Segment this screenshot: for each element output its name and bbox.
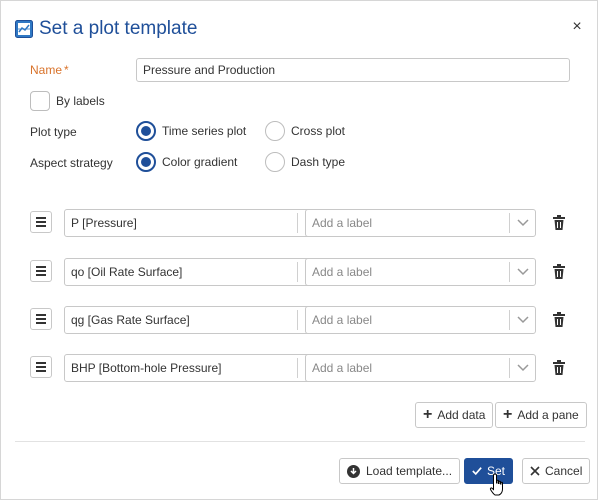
radio-selected-indicator	[136, 121, 156, 141]
trash-icon[interactable]	[552, 312, 566, 328]
data-select-value: qg [Gas Rate Surface]	[71, 313, 190, 327]
chevron-down-icon[interactable]	[510, 258, 535, 286]
data-select-value: qo [Oil Rate Surface]	[71, 265, 183, 279]
data-row: BHP [Bottom-hole Pressure] Add a label	[30, 354, 575, 382]
data-row: qg [Gas Rate Surface] Add a label	[30, 306, 575, 334]
data-row: P [Pressure] Add a label	[30, 209, 575, 237]
aspect-strategy-label: Aspect strategy	[30, 156, 113, 170]
plus-icon: +	[503, 406, 513, 423]
label-select[interactable]: Add a label	[305, 209, 536, 237]
download-circle-icon	[347, 464, 360, 478]
radio-color-gradient[interactable]: Color gradient	[136, 152, 237, 172]
by-labels-label: By labels	[56, 94, 105, 108]
drag-handle-icon[interactable]	[30, 356, 52, 378]
chevron-down-icon[interactable]	[510, 209, 535, 237]
data-select[interactable]: P [Pressure]	[64, 209, 324, 237]
radio-unselected-indicator	[265, 152, 285, 172]
trash-icon[interactable]	[552, 215, 566, 231]
x-icon	[530, 466, 540, 476]
by-labels-option[interactable]: By labels	[30, 91, 105, 111]
radio-unselected-indicator	[265, 121, 285, 141]
cancel-label: Cancel	[545, 464, 583, 478]
data-select-value: P [Pressure]	[71, 216, 137, 230]
add-data-label: Add data	[437, 408, 486, 422]
check-icon	[472, 467, 482, 476]
app-template-icon	[15, 20, 33, 38]
trash-icon[interactable]	[552, 264, 566, 280]
add-data-button[interactable]: + Add data	[415, 402, 494, 428]
by-labels-checkbox[interactable]	[30, 91, 50, 111]
close-icon[interactable]: ×	[569, 19, 585, 35]
name-field-label: Name *	[30, 63, 69, 77]
add-pane-button[interactable]: + Add a pane	[495, 402, 587, 428]
radio-time-series-plot[interactable]: Time series plot	[136, 121, 246, 141]
data-select[interactable]: qg [Gas Rate Surface]	[64, 306, 324, 334]
radio-label: Color gradient	[162, 155, 238, 169]
drag-handle-icon[interactable]	[30, 308, 52, 330]
label-select-placeholder: Add a label	[312, 216, 373, 230]
hand-cursor-icon	[489, 473, 503, 496]
drag-handle-icon[interactable]	[30, 260, 52, 282]
label-select-placeholder: Add a label	[312, 265, 373, 279]
radio-label: Dash type	[291, 155, 346, 169]
radio-label: Cross plot	[291, 124, 346, 138]
label-select-placeholder: Add a label	[312, 361, 373, 375]
data-row: qo [Oil Rate Surface] Add a label	[30, 258, 575, 286]
dialog-header: Set a plot template	[15, 17, 197, 41]
load-template-label: Load template...	[366, 464, 453, 478]
data-select[interactable]: BHP [Bottom-hole Pressure]	[64, 354, 324, 382]
data-select[interactable]: qo [Oil Rate Surface]	[64, 258, 324, 286]
footer-divider	[15, 441, 585, 442]
plot-template-dialog: Set a plot template × Name* By labels Pl…	[0, 0, 598, 500]
dialog-title: Set a plot template	[39, 18, 198, 39]
drag-handle-icon[interactable]	[30, 211, 52, 233]
add-pane-label: Add a pane	[517, 408, 579, 422]
load-template-button[interactable]: Load template...	[339, 458, 461, 484]
trash-icon[interactable]	[552, 360, 566, 376]
chevron-down-icon[interactable]	[510, 354, 535, 382]
label-select-placeholder: Add a label	[312, 313, 373, 327]
name-label-text: Name	[30, 63, 63, 77]
required-mark: *	[64, 63, 69, 77]
data-select-value: BHP [Bottom-hole Pressure]	[71, 361, 222, 375]
label-select[interactable]: Add a label	[305, 258, 536, 286]
radio-selected-indicator	[136, 152, 156, 172]
label-select[interactable]: Add a label	[305, 306, 536, 334]
radio-dash-type[interactable]: Dash type	[265, 152, 345, 172]
radio-label: Time series plot	[162, 124, 247, 138]
label-select[interactable]: Add a label	[305, 354, 536, 382]
name-input[interactable]	[136, 58, 570, 82]
plus-icon: +	[423, 406, 433, 423]
radio-cross-plot[interactable]: Cross plot	[265, 121, 345, 141]
cancel-button[interactable]: Cancel	[522, 458, 591, 484]
chevron-down-icon[interactable]	[510, 306, 535, 334]
plot-type-label: Plot type	[30, 125, 77, 139]
